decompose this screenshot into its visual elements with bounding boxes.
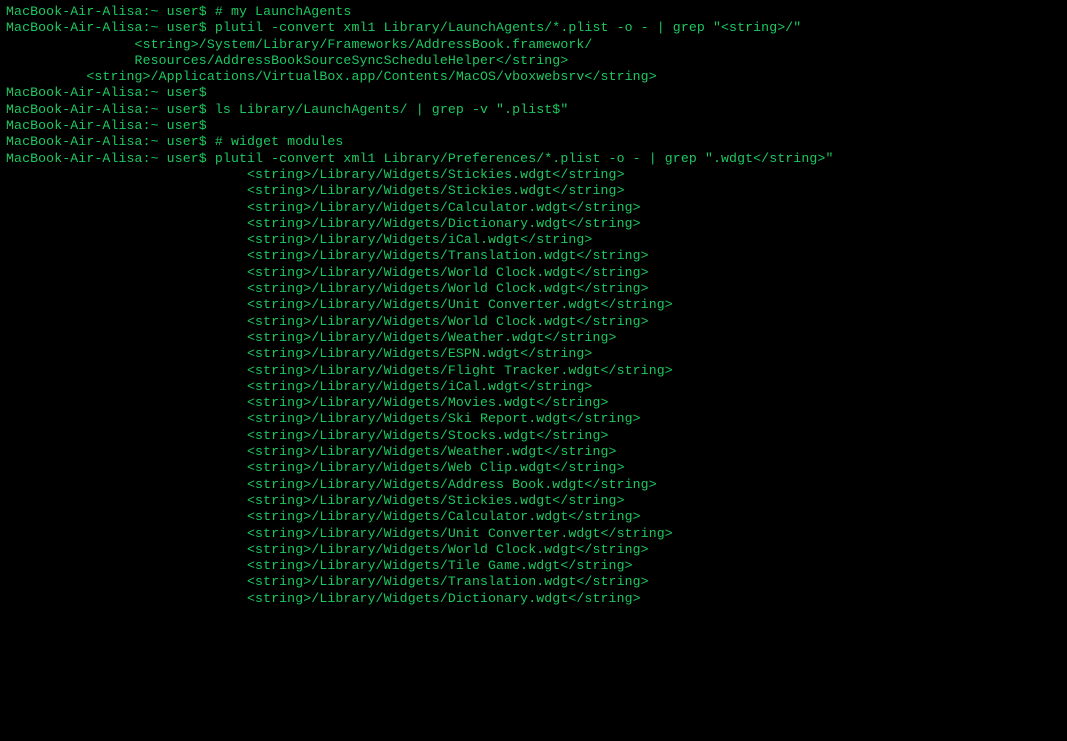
terminal-output-line: <string>/System/Library/Frameworks/Addre… [6, 37, 1061, 53]
terminal-output-line: <string>/Library/Widgets/Stickies.wdgt</… [6, 183, 1061, 199]
terminal-output-line: <string>/Library/Widgets/iCal.wdgt</stri… [6, 379, 1061, 395]
terminal-command-line: MacBook-Air-Alisa:~ user$ plutil -conver… [6, 20, 1061, 36]
terminal-output-line: <string>/Library/Widgets/Ski Report.wdgt… [6, 411, 1061, 427]
terminal-output-line: <string>/Library/Widgets/Calculator.wdgt… [6, 509, 1061, 525]
terminal-output-line: <string>/Library/Widgets/Calculator.wdgt… [6, 200, 1061, 216]
terminal-command-line: MacBook-Air-Alisa:~ user$ [6, 85, 1061, 101]
terminal-output-line: <string>/Library/Widgets/iCal.wdgt</stri… [6, 232, 1061, 248]
terminal-output-line: <string>/Library/Widgets/Weather.wdgt</s… [6, 444, 1061, 460]
terminal-command-line: MacBook-Air-Alisa:~ user$ plutil -conver… [6, 151, 1061, 167]
terminal-output-line: <string>/Library/Widgets/Tile Game.wdgt<… [6, 558, 1061, 574]
terminal-output-line: Resources/AddressBookSourceSyncScheduleH… [6, 53, 1061, 69]
terminal-output-line: <string>/Library/Widgets/World Clock.wdg… [6, 265, 1061, 281]
terminal-command-line: MacBook-Air-Alisa:~ user$ ls Library/Lau… [6, 102, 1061, 118]
terminal-output-line: <string>/Library/Widgets/Dictionary.wdgt… [6, 216, 1061, 232]
terminal-output-line: <string>/Library/Widgets/World Clock.wdg… [6, 314, 1061, 330]
terminal-output-line: <string>/Library/Widgets/World Clock.wdg… [6, 542, 1061, 558]
terminal-output-line: <string>/Library/Widgets/Stocks.wdgt</st… [6, 428, 1061, 444]
terminal-output-line: <string>/Library/Widgets/Weather.wdgt</s… [6, 330, 1061, 346]
terminal-output-line: <string>/Library/Widgets/Translation.wdg… [6, 574, 1061, 590]
terminal-command-line: MacBook-Air-Alisa:~ user$ [6, 118, 1061, 134]
terminal-output-line: <string>/Library/Widgets/Stickies.wdgt</… [6, 493, 1061, 509]
terminal-output[interactable]: MacBook-Air-Alisa:~ user$ # my LaunchAge… [0, 0, 1067, 611]
terminal-output-line: <string>/Library/Widgets/Unit Converter.… [6, 297, 1061, 313]
terminal-command-line: MacBook-Air-Alisa:~ user$ # my LaunchAge… [6, 4, 1061, 20]
terminal-output-line: <string>/Library/Widgets/Address Book.wd… [6, 477, 1061, 493]
terminal-output-line: <string>/Library/Widgets/Unit Converter.… [6, 526, 1061, 542]
terminal-output-line: <string>/Library/Widgets/Stickies.wdgt</… [6, 167, 1061, 183]
terminal-output-line: <string>/Library/Widgets/Movies.wdgt</st… [6, 395, 1061, 411]
terminal-output-line: <string>/Applications/VirtualBox.app/Con… [6, 69, 1061, 85]
terminal-output-line: <string>/Library/Widgets/World Clock.wdg… [6, 281, 1061, 297]
terminal-output-line: <string>/Library/Widgets/Flight Tracker.… [6, 363, 1061, 379]
terminal-command-line: MacBook-Air-Alisa:~ user$ # widget modul… [6, 134, 1061, 150]
terminal-output-line: <string>/Library/Widgets/Web Clip.wdgt</… [6, 460, 1061, 476]
terminal-output-line: <string>/Library/Widgets/Dictionary.wdgt… [6, 591, 1061, 607]
terminal-output-line: <string>/Library/Widgets/ESPN.wdgt</stri… [6, 346, 1061, 362]
terminal-output-line: <string>/Library/Widgets/Translation.wdg… [6, 248, 1061, 264]
